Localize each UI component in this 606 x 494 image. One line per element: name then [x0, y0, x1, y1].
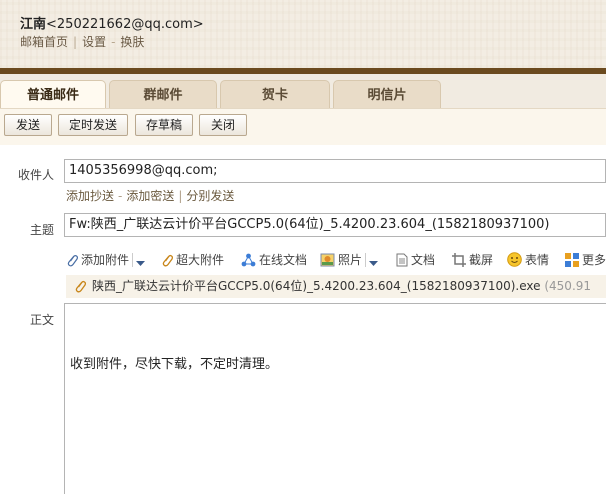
emoji-label: 表情: [525, 253, 550, 267]
screenshot-label: 截屏: [469, 253, 494, 267]
online-doc-button[interactable]: 在线文档: [241, 251, 307, 269]
subject-label: 主题: [30, 223, 55, 237]
smiley-icon: [507, 252, 522, 267]
add-bcc-link[interactable]: 添加密送: [126, 189, 174, 203]
photo-label: 照片: [338, 253, 363, 267]
save-draft-button[interactable]: 存草稿: [135, 114, 193, 136]
nav-settings[interactable]: 设置: [82, 35, 106, 49]
attachment-item[interactable]: 陕西_广联达云计价平台GCCP5.0(64位)_5.4200.23.604_(1…: [66, 275, 606, 298]
online-doc-label: 在线文档: [259, 253, 308, 267]
more-button[interactable]: 更多: [565, 251, 606, 269]
account-info: 江南<250221662@qq.com>: [20, 13, 204, 32]
paperclip-icon: [75, 280, 87, 293]
document-button[interactable]: 文档: [396, 251, 435, 269]
to-label: 收件人: [18, 168, 55, 182]
tab-normal-mail[interactable]: 普通邮件: [0, 80, 106, 109]
schedule-send-button[interactable]: 定时发送: [58, 114, 128, 136]
separate-send-link[interactable]: 分别发送: [186, 189, 234, 203]
dropdown-arrow-icon[interactable]: [132, 253, 148, 267]
emoji-button[interactable]: 表情: [507, 251, 549, 269]
tab-greeting-card[interactable]: 贺卡: [220, 80, 330, 108]
compose-toolbar: 发送 定时发送 存草稿 关闭: [0, 108, 606, 145]
large-attachment-label: 超大附件: [176, 253, 225, 267]
recipient-options: 添加抄送 - 添加密送 | 分别发送: [66, 187, 234, 204]
close-button[interactable]: 关闭: [199, 114, 247, 136]
account-email: <250221662@qq.com>: [46, 17, 204, 32]
more-label: 更多: [582, 253, 606, 267]
mail-header: 江南<250221662@qq.com> 邮箱首页 | 设置 - 换肤: [0, 0, 606, 68]
document-icon: [396, 253, 408, 267]
attachment-size: (450.91: [544, 279, 592, 293]
subject-field[interactable]: Fw:陕西_广联达云计价平台GCCP5.0(64位)_5.4200.23.604…: [64, 213, 606, 237]
add-cc-link[interactable]: 添加抄送: [66, 189, 114, 203]
tab-postcard[interactable]: 明信片: [333, 80, 441, 108]
body-label: 正文: [30, 313, 55, 327]
to-field[interactable]: 1405356998@qq.com;: [64, 159, 606, 183]
large-attachment-button[interactable]: 超大附件: [161, 251, 224, 269]
nav-mail-home[interactable]: 邮箱首页: [20, 35, 68, 49]
screenshot-scissors-icon: [452, 253, 466, 267]
add-attachment-label: 添加附件: [81, 253, 130, 267]
attachment-filename: 陕西_广联达云计价平台GCCP5.0(64位)_5.4200.23.604_(1…: [92, 279, 541, 293]
nav-change-skin[interactable]: 换肤: [120, 35, 144, 49]
photo-icon: [320, 253, 335, 267]
tab-group-mail[interactable]: 群邮件: [109, 80, 217, 108]
separator: |: [178, 189, 183, 203]
account-name: 江南: [20, 17, 47, 32]
nav-separator: -: [111, 35, 116, 49]
photo-button[interactable]: 照片: [320, 251, 381, 269]
share-nodes-icon: [241, 253, 256, 267]
paperclip-icon: [67, 255, 78, 267]
add-attachment-button[interactable]: 添加附件: [66, 251, 148, 269]
document-label: 文档: [411, 253, 436, 267]
message-body-editor[interactable]: 收到附件，尽快下载，不定时清理。: [64, 303, 606, 494]
paperclip-icon: [162, 254, 174, 267]
separator: -: [118, 189, 123, 203]
send-button[interactable]: 发送: [4, 114, 52, 136]
dropdown-arrow-icon[interactable]: [365, 253, 381, 267]
apps-grid-icon: [565, 253, 579, 267]
nav-separator: |: [73, 35, 78, 49]
screenshot-button[interactable]: 截屏: [452, 251, 493, 269]
message-body-text: 收到附件，尽快下载，不定时清理。: [70, 357, 279, 372]
top-nav: 邮箱首页 | 设置 - 换肤: [20, 33, 144, 50]
compose-tabs: 普通邮件 群邮件 贺卡 明信片: [0, 74, 606, 109]
